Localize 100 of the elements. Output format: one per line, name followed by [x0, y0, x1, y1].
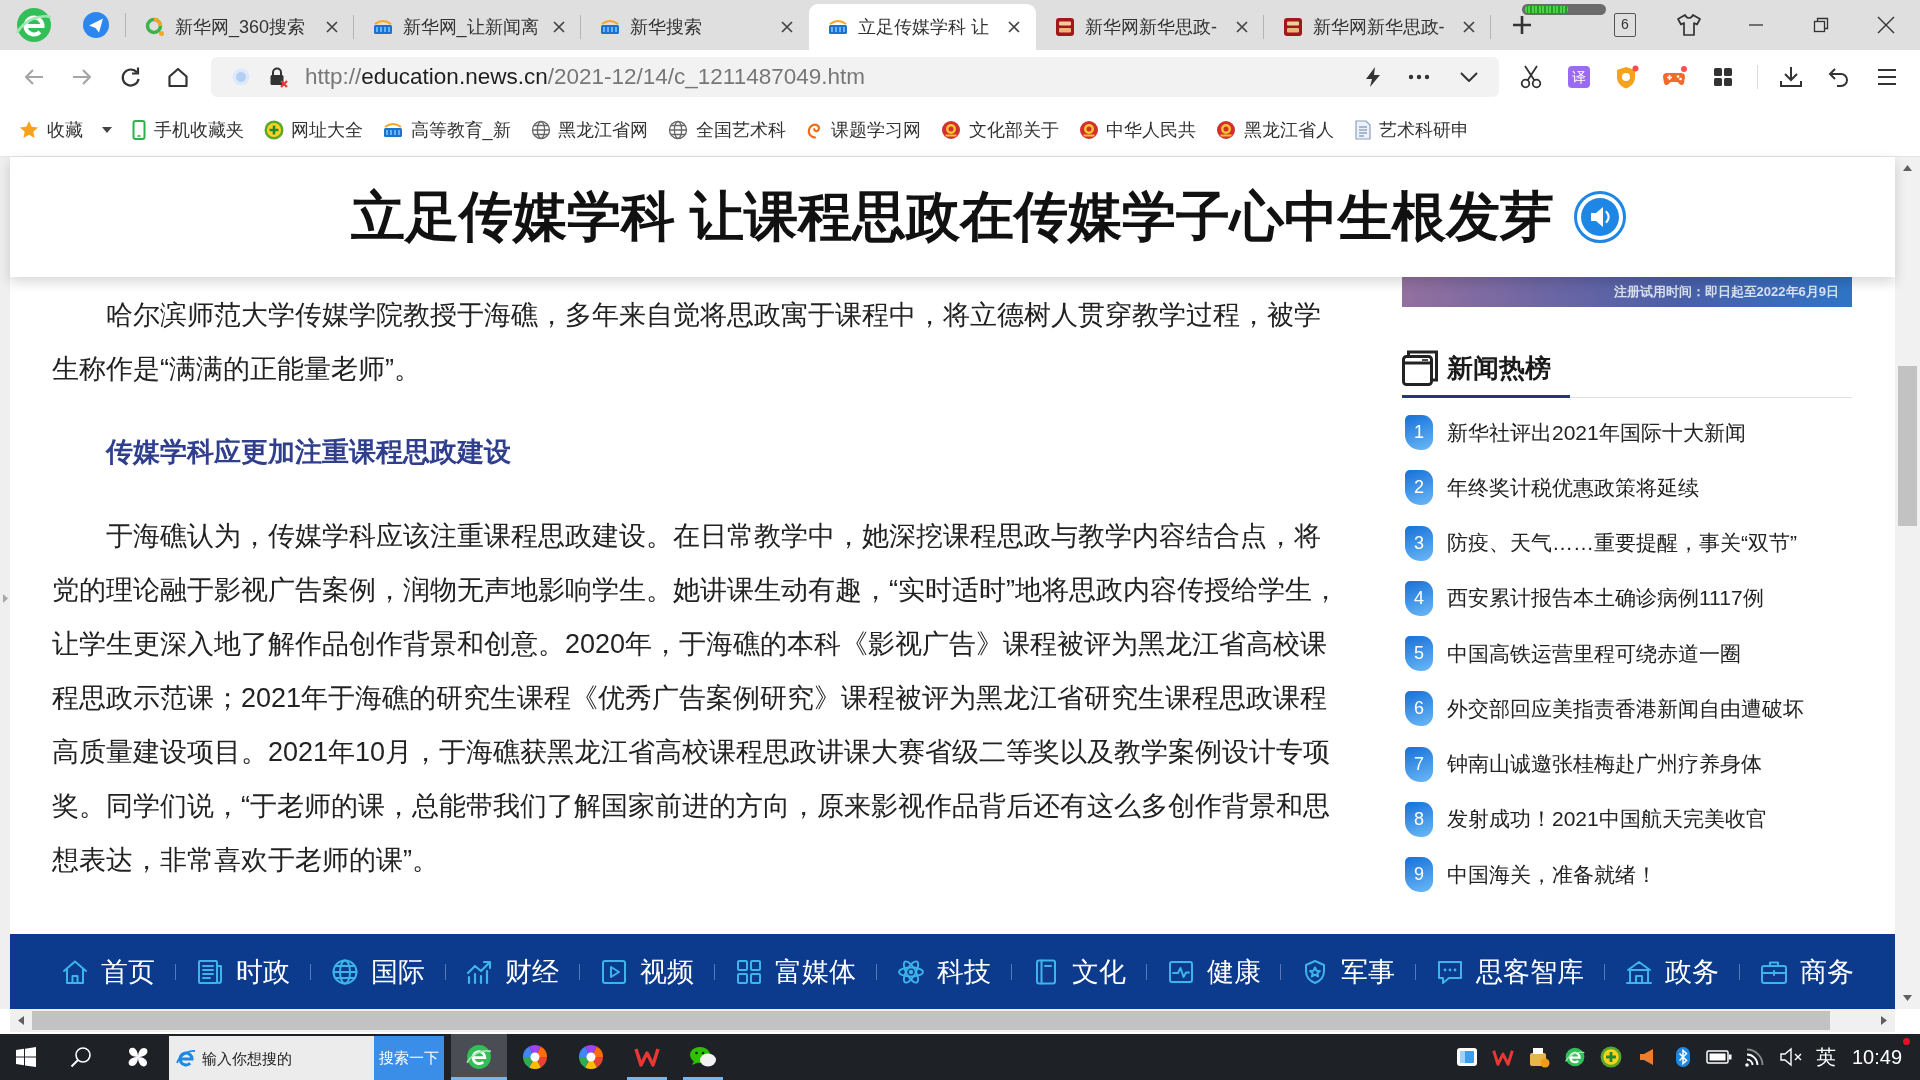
- rank-badge: 9: [1405, 857, 1433, 893]
- browser-tab[interactable]: 立足传媒学科 让: [808, 4, 1036, 50]
- more-icon[interactable]: [1408, 74, 1430, 80]
- star-icon: [19, 120, 39, 140]
- article-paragraph: 哈尔滨师范大学传媒学院教授于海礁，多年来自觉将思政寓于课程中，将立德树人贯穿教学过程，被学生称作是“满满的正能量老师”。: [52, 299, 1322, 386]
- input-method-indicator[interactable]: 英: [1809, 1043, 1843, 1071]
- nav-link[interactable]: 健康: [1166, 953, 1261, 990]
- bookmark-item[interactable]: 网址大全: [263, 118, 363, 142]
- clock-time[interactable]: 10:49: [1852, 1045, 1902, 1069]
- nav-link[interactable]: 首页: [61, 953, 155, 990]
- ring-logo-icon: [145, 17, 165, 37]
- globe-icon: [668, 120, 688, 140]
- nav-link[interactable]: 国际: [330, 953, 425, 990]
- phone-icon: [132, 120, 146, 140]
- bookmark-item[interactable]: 手机收藏夹: [132, 118, 244, 142]
- shield-icon[interactable]: [1615, 65, 1639, 89]
- scroll-up-icon[interactable]: [1903, 165, 1912, 171]
- reload-icon[interactable]: [119, 66, 141, 88]
- plus-icon[interactable]: [1511, 14, 1533, 36]
- atom-icon: [896, 957, 925, 986]
- emblem-icon: [941, 120, 961, 140]
- bluetooth-icon[interactable]: [1675, 1046, 1691, 1068]
- printer-icon[interactable]: [1528, 1046, 1550, 1068]
- browser-tab[interactable]: 新华搜索: [581, 4, 809, 50]
- tab-count-button[interactable]: 6: [1614, 13, 1636, 37]
- nav-link[interactable]: 思客智库: [1436, 953, 1585, 990]
- app-icon[interactable]: [1456, 1046, 1478, 1068]
- caret-icon[interactable]: [102, 126, 112, 134]
- grid-icon: [735, 957, 764, 986]
- browser-tab[interactable]: 新华网_360搜索: [126, 4, 354, 50]
- scroll-down-icon[interactable]: [1903, 995, 1912, 1001]
- bookmark-item[interactable]: 高等教育_新: [383, 118, 511, 142]
- menu-icon[interactable]: [1877, 68, 1897, 86]
- pinwheel-icon[interactable]: [126, 1045, 150, 1069]
- lock-icon[interactable]: [267, 66, 289, 88]
- nav-link[interactable]: 政务: [1624, 953, 1719, 990]
- search-field[interactable]: 输入你想搜的: [202, 1046, 372, 1070]
- paper-plane-icon[interactable]: [82, 11, 110, 39]
- taskbar-app[interactable]: [451, 1034, 507, 1080]
- lightning-icon[interactable]: [1364, 66, 1382, 88]
- nav-link[interactable]: 文化: [1031, 953, 1126, 990]
- undo-icon[interactable]: [1828, 67, 1850, 87]
- nav-link[interactable]: 视频: [600, 953, 695, 990]
- news-link[interactable]: 6 外交部回应美指责香港新闻自由遭破坏: [1402, 681, 1852, 737]
- arc-logo-icon: [827, 17, 848, 37]
- search-icon[interactable]: [70, 1046, 92, 1068]
- scrollbar-thumb[interactable]: [1898, 366, 1917, 526]
- search-bar[interactable]: 输入你想搜的: [169, 1036, 374, 1080]
- bookmark-item[interactable]: 收藏: [19, 118, 112, 142]
- scrollbar-track[interactable]: [1895, 157, 1920, 1009]
- close-icon[interactable]: [1876, 16, 1895, 34]
- e-logo-icon: [465, 1043, 493, 1071]
- newspaper-icon: [195, 957, 224, 986]
- e-logo-icon[interactable]: [1564, 1046, 1586, 1068]
- news-link[interactable]: 8 发射成功！2021中国航天完美收官: [1402, 791, 1852, 847]
- nav-link[interactable]: 财经: [465, 953, 560, 990]
- wifi-icon[interactable]: [1744, 1047, 1766, 1067]
- bookmark-item[interactable]: 文化部关于: [941, 118, 1059, 142]
- news-link[interactable]: 2 年终奖计税优惠政策将延续: [1402, 460, 1852, 516]
- chevron-down-icon[interactable]: [1460, 72, 1478, 82]
- browser-tab[interactable]: 新华网新华思政-: [1263, 4, 1491, 50]
- nav-link[interactable]: 富媒体: [735, 953, 857, 990]
- shirt-icon[interactable]: [1676, 13, 1702, 37]
- bookmark-item[interactable]: 课题学习网: [805, 118, 921, 142]
- volume-muted-icon[interactable]: [1779, 1047, 1803, 1067]
- speaker-icon[interactable]: [1574, 191, 1626, 243]
- zigzag-logo-icon[interactable]: [1492, 1047, 1514, 1067]
- bookmark-item[interactable]: 黑龙江省人: [1216, 118, 1334, 142]
- windows-logo-icon[interactable]: [16, 1047, 36, 1067]
- news-link[interactable]: 7 钟南山诚邀张桂梅赴广州疗养身体: [1402, 736, 1852, 792]
- restore-icon[interactable]: [1812, 17, 1829, 33]
- translate-button[interactable]: 译: [1568, 66, 1590, 88]
- scrollbar-track[interactable]: [10, 1009, 1895, 1032]
- plus-circle-icon[interactable]: [1600, 1046, 1622, 1068]
- section-title: 新闻热榜: [1447, 351, 1551, 385]
- nav-link[interactable]: 商务: [1759, 953, 1854, 990]
- scroll-right-icon[interactable]: [1881, 1016, 1887, 1025]
- bookmark-item[interactable]: 黑龙江省网: [530, 118, 648, 142]
- scrollbar-thumb[interactable]: [32, 1011, 1830, 1030]
- nav-link[interactable]: 军事: [1301, 953, 1396, 990]
- apps-icon[interactable]: [1713, 67, 1733, 87]
- news-link[interactable]: 4 西安累计报告本土确诊病例1117例: [1402, 570, 1852, 626]
- nav-link[interactable]: 时政: [195, 953, 290, 990]
- news-link[interactable]: 5 中国高铁运营里程可绕赤道一圈: [1402, 626, 1852, 682]
- bookmark-item[interactable]: 中华人民共: [1078, 118, 1196, 142]
- battery-icon[interactable]: [1706, 1050, 1732, 1064]
- news-link[interactable]: 1 新华社评出2021年国际十大新闻: [1402, 405, 1852, 461]
- bookmark-item[interactable]: 艺术科研申: [1353, 118, 1469, 142]
- news-link[interactable]: 3 防疫、天气……重要提醒，事关“双节”: [1402, 515, 1852, 571]
- dot-icon[interactable]: [232, 68, 250, 86]
- scroll-left-icon[interactable]: [18, 1016, 24, 1025]
- download-icon[interactable]: [1779, 66, 1803, 88]
- browser-tab[interactable]: 新华网_让新闻离: [353, 4, 581, 50]
- browser-tab[interactable]: 新华网新华思政-: [1036, 4, 1264, 50]
- home-icon[interactable]: [167, 66, 189, 88]
- news-link[interactable]: 9 中国海关，准备就绪！: [1402, 847, 1852, 903]
- address-field[interactable]: http://education.news.cn/2021-12/14/c_1211487049.htm: [211, 57, 1499, 97]
- bookmark-item[interactable]: 全国艺术科: [668, 118, 786, 142]
- scissors-icon[interactable]: [1520, 65, 1542, 89]
- nav-link[interactable]: 科技: [896, 953, 991, 990]
